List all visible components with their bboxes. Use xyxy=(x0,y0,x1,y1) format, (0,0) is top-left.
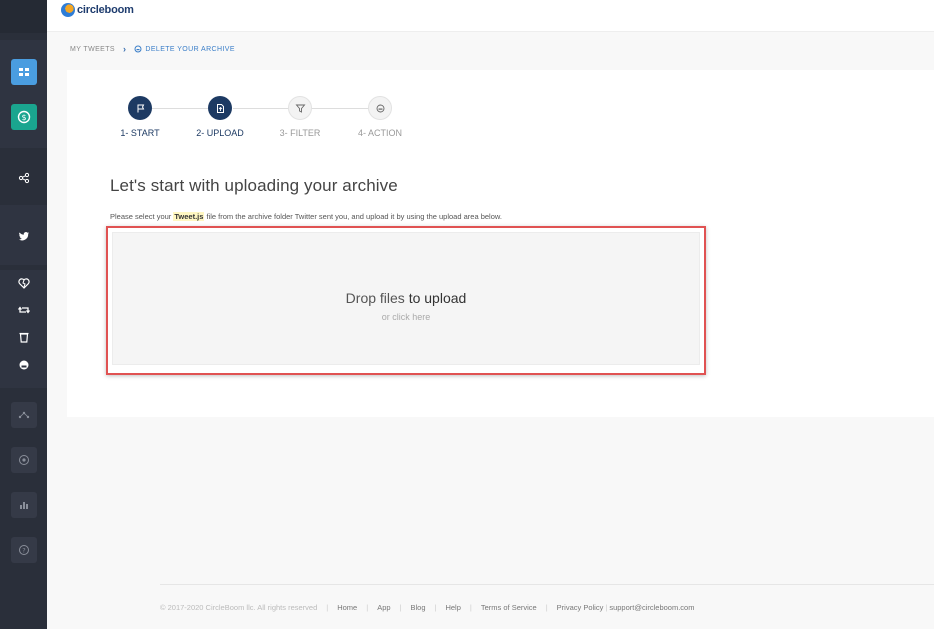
logo-text: circleboom xyxy=(77,4,134,16)
dashboard-icon xyxy=(19,68,29,76)
footer-link-blog[interactable]: Blog xyxy=(411,603,426,612)
footer-link-home[interactable]: Home xyxy=(337,603,357,612)
step-label: 1- START xyxy=(120,128,160,138)
dropzone-highlight: Drop files to upload or click here xyxy=(106,226,706,375)
dropzone-subtitle[interactable]: or click here xyxy=(113,312,699,322)
svg-text:$: $ xyxy=(21,113,26,122)
unlike-button[interactable] xyxy=(11,270,37,296)
broken-heart-icon xyxy=(18,278,30,289)
footer-link-terms[interactable]: Terms of Service xyxy=(481,603,537,612)
bar-chart-icon xyxy=(20,502,28,509)
delete-action-icon xyxy=(376,104,384,112)
progress-stepper: 1- START 2- UPLOAD 3- FILTER 4- ACTION xyxy=(108,96,428,146)
network-icon xyxy=(18,411,30,419)
circleboom-logo-icon xyxy=(61,3,75,17)
delete-archive-button[interactable] xyxy=(11,352,37,378)
instruction-pre: Please select your xyxy=(110,212,174,221)
instruction-post: file from the archive folder Twitter sen… xyxy=(204,212,502,221)
dropzone-title-b: to upload xyxy=(408,290,467,306)
trash-icon xyxy=(19,332,29,343)
sidebar: $ ? xyxy=(0,0,47,629)
footer-link-app[interactable]: App xyxy=(377,603,390,612)
help-button[interactable]: ? xyxy=(11,537,37,563)
step-label: 4- ACTION xyxy=(357,128,402,138)
filter-icon xyxy=(295,104,305,113)
circleboom-logo[interactable]: circleboom xyxy=(61,3,134,17)
flag-icon xyxy=(137,104,144,112)
top-header: circleboom xyxy=(47,0,934,32)
dropzone-title-a: Drop files xyxy=(345,290,409,306)
instruction-text: Please select your Tweet.js file from th… xyxy=(110,212,502,221)
retweet-button[interactable] xyxy=(11,297,37,323)
archive-delete-icon xyxy=(19,360,29,370)
archive-delete-icon xyxy=(134,45,142,53)
support-email-link[interactable]: support@circleboom.com xyxy=(609,603,694,612)
billing-button[interactable]: $ xyxy=(11,104,37,130)
file-dropzone[interactable]: Drop files to upload or click here xyxy=(112,232,700,365)
target-icon xyxy=(19,455,29,465)
footer-link-help[interactable]: Help xyxy=(445,603,460,612)
step-label: 2- UPLOAD xyxy=(196,128,244,138)
breadcrumb: MY TWEETS › DELETE YOUR ARCHIVE xyxy=(70,44,235,54)
breadcrumb-current: DELETE YOUR ARCHIVE xyxy=(134,45,235,53)
breadcrumb-my-tweets[interactable]: MY TWEETS xyxy=(70,46,115,53)
share-button[interactable] xyxy=(11,165,37,191)
svg-text:?: ? xyxy=(22,547,25,555)
dashboard-button[interactable] xyxy=(11,59,37,85)
circle-tool-button[interactable] xyxy=(11,447,37,473)
footer-link-privacy[interactable]: Privacy Policy xyxy=(557,603,604,612)
analytics-button[interactable] xyxy=(11,402,37,428)
breadcrumb-current-label: DELETE YOUR ARCHIVE xyxy=(145,45,235,53)
twitter-icon xyxy=(19,232,29,241)
retweet-icon xyxy=(18,306,30,314)
footer: © 2017-2020 CircleBoom llc. All rights r… xyxy=(160,603,695,612)
delete-tweets-button[interactable] xyxy=(11,324,37,350)
file-name-highlight: Tweet.js xyxy=(173,212,205,221)
question-icon: ? xyxy=(19,545,29,555)
footer-divider xyxy=(160,584,934,585)
chevron-right-icon: › xyxy=(122,44,127,54)
step-filter[interactable]: 3- FILTER xyxy=(265,96,335,138)
step-label: 3- FILTER xyxy=(279,128,321,138)
step-upload[interactable]: 2- UPLOAD xyxy=(185,96,255,138)
share-icon xyxy=(18,172,30,184)
step-start[interactable]: 1- START xyxy=(105,96,175,138)
twitter-button[interactable] xyxy=(11,223,37,249)
file-upload-icon xyxy=(216,103,224,113)
dropzone-title: Drop files to upload xyxy=(113,290,699,306)
copyright-text: © 2017-2020 CircleBoom llc. All rights r… xyxy=(160,603,318,612)
stats-button[interactable] xyxy=(11,492,37,518)
step-action[interactable]: 4- ACTION xyxy=(345,96,415,138)
page-title: Let's start with uploading your archive xyxy=(110,176,398,195)
dollar-icon: $ xyxy=(17,110,31,124)
